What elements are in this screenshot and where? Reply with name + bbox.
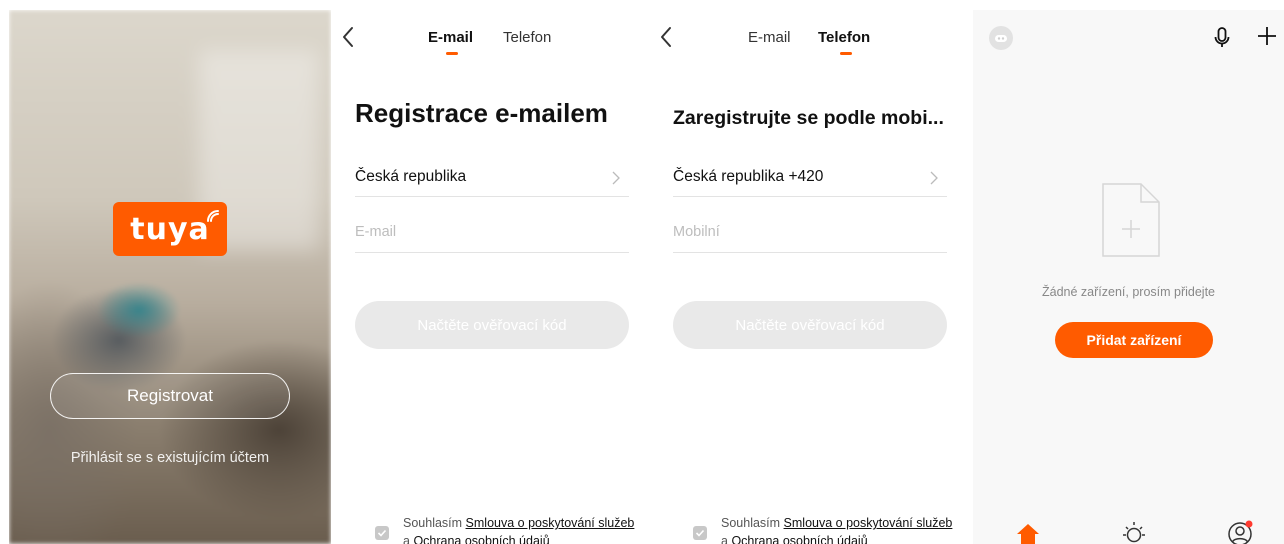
divider	[355, 196, 629, 197]
checkmark-icon	[377, 529, 387, 537]
phone-input[interactable]	[673, 217, 947, 247]
agreement-text: Souhlasím Smlouva o poskytování služeb a…	[721, 514, 961, 544]
tuya-logo: tuya	[113, 202, 227, 256]
back-chevron-icon[interactable]	[659, 26, 673, 48]
agreement-text: Souhlasím Smlouva o poskytování služeb a…	[403, 514, 643, 544]
get-verification-code-button[interactable]: Načtěte ověřovací kód	[355, 301, 629, 349]
agree-checkbox[interactable]	[375, 526, 389, 540]
country-selector[interactable]: Česká republika	[355, 168, 629, 196]
login-existing-account-link[interactable]: Přihlásit se s existujícím účtem	[9, 450, 331, 466]
checkmark-icon	[695, 529, 705, 537]
country-selector[interactable]: Česká republika +420	[673, 168, 947, 196]
tab-phone[interactable]: Telefon	[818, 29, 870, 46]
register-button[interactable]: Registrovat	[50, 373, 290, 419]
privacy-policy-link[interactable]: Ochrana osobních údajů	[731, 534, 867, 544]
empty-document-icon	[1102, 183, 1160, 257]
add-icon[interactable]	[1256, 25, 1278, 47]
divider	[355, 252, 629, 253]
back-chevron-icon[interactable]	[341, 26, 355, 48]
get-verification-code-button[interactable]: Načtěte ověřovací kód	[673, 301, 947, 349]
active-tab-indicator	[446, 52, 458, 55]
wifi-icon	[207, 210, 219, 222]
splash-screen: tuya Registrovat Přihlásit se s existují…	[9, 10, 331, 544]
email-input[interactable]	[355, 217, 629, 247]
phone-registration-screen: E-mail Telefon Zaregistrujte se podle mo…	[649, 10, 967, 544]
tab-phone[interactable]: Telefon	[503, 29, 551, 46]
microphone-icon[interactable]	[1214, 26, 1230, 50]
chevron-right-icon	[930, 171, 938, 185]
robot-face-icon	[995, 35, 1007, 42]
tab-email[interactable]: E-mail	[748, 29, 791, 46]
privacy-policy-link[interactable]: Ochrana osobních údajů	[413, 534, 549, 544]
chevron-right-icon	[612, 171, 620, 185]
agree-checkbox[interactable]	[693, 526, 707, 540]
empty-state-text: Žádné zařízení, prosím přidejte	[1042, 285, 1215, 299]
page-title: Registrace e-mailem	[355, 98, 608, 128]
divider	[673, 196, 947, 197]
active-tab-indicator	[840, 52, 852, 55]
tab-email[interactable]: E-mail	[428, 29, 473, 46]
home-screen: Žádné zařízení, prosím přidejte Přidat z…	[973, 10, 1284, 544]
smart-scene-icon[interactable]	[1119, 518, 1149, 544]
email-registration-screen: E-mail Telefon Registrace e-mailem Česká…	[331, 10, 649, 544]
notification-dot	[1245, 520, 1253, 528]
terms-of-service-link[interactable]: Smlouva o poskytování služeb	[466, 516, 635, 530]
home-icon[interactable]	[1013, 518, 1043, 544]
page-title: Zaregistrujte se podle mobi...	[673, 107, 944, 129]
family-avatar[interactable]	[989, 26, 1013, 50]
add-device-button[interactable]: Přidat zařízení	[1055, 322, 1213, 358]
terms-of-service-link[interactable]: Smlouva o poskytování služeb	[784, 516, 953, 530]
profile-icon[interactable]	[1225, 518, 1255, 544]
divider	[673, 252, 947, 253]
